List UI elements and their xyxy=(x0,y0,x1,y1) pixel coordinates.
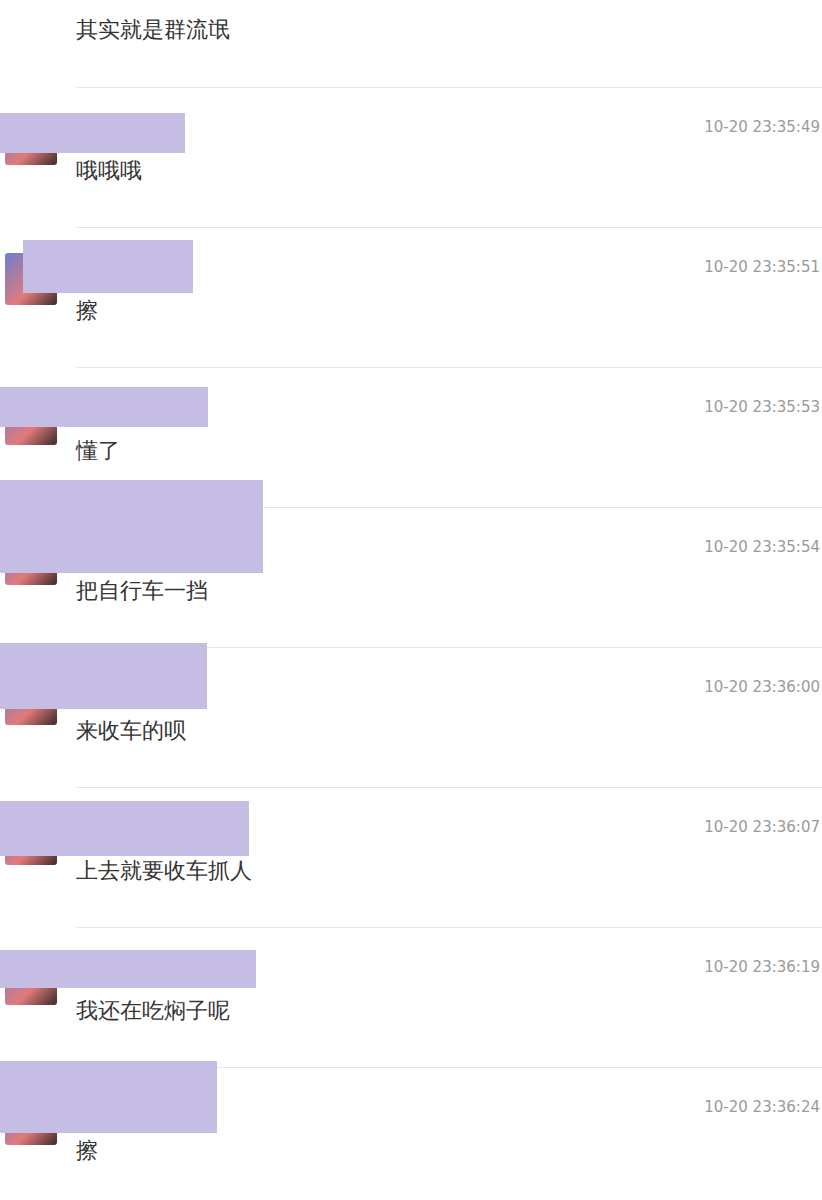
message-time: 10-20 23:36:24 xyxy=(704,1097,820,1117)
message-text: 把自行车一挡 xyxy=(76,577,820,605)
redaction-box xyxy=(0,1061,217,1133)
redaction-box xyxy=(0,801,249,856)
redaction-box xyxy=(0,950,256,988)
message-row: 10-20 23:36:00 来收车的呗 xyxy=(0,647,822,787)
message-text: 来收车的呗 xyxy=(76,717,820,745)
redaction-box xyxy=(0,480,263,573)
message-text: 哦哦哦 xyxy=(76,157,820,185)
message-text: 懂了 xyxy=(76,437,820,465)
message-time: 10-20 23:35:54 xyxy=(704,537,820,557)
redaction-box xyxy=(23,240,193,293)
message-partial: 其实就是群流氓 xyxy=(0,0,822,87)
avatar-column xyxy=(0,87,76,227)
message-row: 10-20 23:36:07 上去就要收车抓人 xyxy=(0,787,822,927)
message-row: 10-20 23:36:19 我还在吃焖子呢 xyxy=(0,927,822,1067)
redaction-box xyxy=(0,387,208,427)
message-time: 10-20 23:36:19 xyxy=(704,957,820,977)
message-header: 10-20 23:35:49 xyxy=(76,117,820,137)
message-text: 擦 xyxy=(76,297,820,325)
message-text: 擦 xyxy=(76,1137,820,1165)
message-text: 上去就要收车抓人 xyxy=(76,857,820,885)
redaction-box xyxy=(0,113,185,153)
chat-log: 其实就是群流氓10-20 23:35:49哦哦哦10-20 23:35:51擦1… xyxy=(0,0,822,1200)
message-body: 10-20 23:35:49 哦哦哦 xyxy=(76,87,822,227)
message-time: 10-20 23:35:49 xyxy=(704,117,820,137)
message-time: 10-20 23:35:51 xyxy=(704,257,820,277)
message-row: 10-20 23:35:49 哦哦哦 xyxy=(0,87,822,227)
avatar-column xyxy=(0,927,76,1067)
message-row: 10-20 23:35:51 擦 xyxy=(0,227,822,367)
message-time: 10-20 23:36:07 xyxy=(704,817,820,837)
message-list: 10-20 23:35:49哦哦哦10-20 23:35:51擦10-20 23… xyxy=(0,87,822,1200)
message-text: 其实就是群流氓 xyxy=(76,16,822,44)
message-row: 10-20 23:35:54 把自行车一挡 xyxy=(0,507,822,647)
message-time: 10-20 23:35:53 xyxy=(704,397,820,417)
message-text: 我还在吃焖子呢 xyxy=(76,997,820,1025)
redaction-box xyxy=(0,643,207,709)
message-body: 10-20 23:36:19 我还在吃焖子呢 xyxy=(76,927,822,1067)
message-time: 10-20 23:36:00 xyxy=(704,677,820,697)
message-row: 10-20 23:36:24 擦 xyxy=(0,1067,822,1200)
